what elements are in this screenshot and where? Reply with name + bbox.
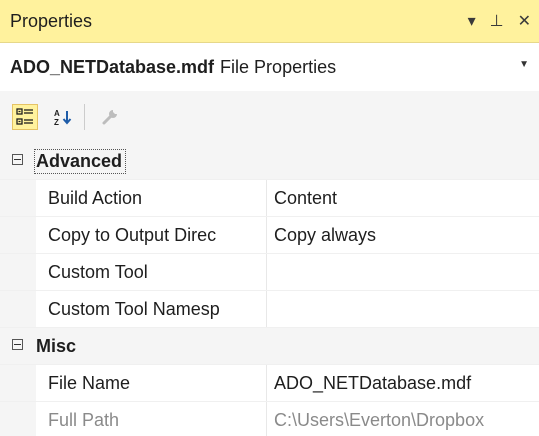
- svg-text:Z: Z: [54, 118, 59, 126]
- svg-text:A: A: [54, 109, 60, 118]
- category-misc[interactable]: Misc: [0, 328, 539, 365]
- property-name: Custom Tool Namesp: [48, 299, 220, 319]
- sort-alphabetical-icon: A Z: [54, 109, 72, 126]
- property-value[interactable]: [266, 291, 539, 327]
- collapse-icon[interactable]: [12, 339, 23, 350]
- category-advanced[interactable]: Advanced: [0, 143, 539, 180]
- categorized-button[interactable]: [12, 104, 38, 130]
- property-name: Build Action: [48, 188, 143, 208]
- property-pages-button[interactable]: [97, 104, 123, 130]
- pin-icon[interactable]: ⊥: [490, 13, 504, 30]
- categorized-icon: [16, 108, 33, 125]
- property-row[interactable]: File Name ADO_NETDatabase.mdf: [0, 365, 539, 402]
- property-name: Custom Tool: [48, 262, 148, 282]
- properties-title-bar: Properties ▾ ⊥ ✕: [0, 0, 539, 43]
- dropdown-arrow-icon[interactable]: ▾: [468, 13, 476, 30]
- property-value[interactable]: Copy always: [266, 217, 539, 253]
- property-row[interactable]: Custom Tool: [0, 254, 539, 291]
- window-controls: ▾ ⊥ ✕: [468, 0, 531, 43]
- close-icon[interactable]: ✕: [518, 13, 531, 30]
- category-label: Misc: [36, 336, 77, 356]
- property-row[interactable]: Copy to Output Direc Copy always: [0, 217, 539, 254]
- toolbar-separator: [84, 104, 85, 130]
- collapse-icon[interactable]: [12, 154, 23, 165]
- alphabetical-button[interactable]: A Z: [50, 104, 76, 130]
- object-type: File Properties: [220, 56, 337, 77]
- property-row[interactable]: Build Action Content: [0, 180, 539, 217]
- panel-title: Properties: [10, 10, 93, 31]
- object-selector[interactable]: ADO_NETDatabase.mdf File Properties ▼: [0, 43, 539, 91]
- properties-toolbar: A Z: [0, 91, 539, 143]
- category-label: Advanced: [33, 149, 127, 174]
- wrench-icon: [102, 110, 117, 125]
- object-name: ADO_NETDatabase.mdf: [10, 56, 215, 77]
- property-name: File Name: [48, 373, 131, 393]
- property-value[interactable]: [266, 254, 539, 290]
- property-name: Copy to Output Direc: [48, 225, 217, 245]
- property-grid: Advanced Build Action Content Copy to Ou…: [0, 143, 539, 436]
- property-name: Full Path: [48, 410, 120, 430]
- property-value[interactable]: Content: [266, 180, 539, 216]
- object-dropdown-icon[interactable]: ▼: [519, 59, 529, 70]
- property-value[interactable]: C:\Users\Everton\Dropbox: [266, 402, 539, 436]
- property-row[interactable]: Custom Tool Namesp: [0, 291, 539, 328]
- property-value[interactable]: ADO_NETDatabase.mdf: [266, 365, 539, 401]
- property-row[interactable]: Full Path C:\Users\Everton\Dropbox: [0, 402, 539, 436]
